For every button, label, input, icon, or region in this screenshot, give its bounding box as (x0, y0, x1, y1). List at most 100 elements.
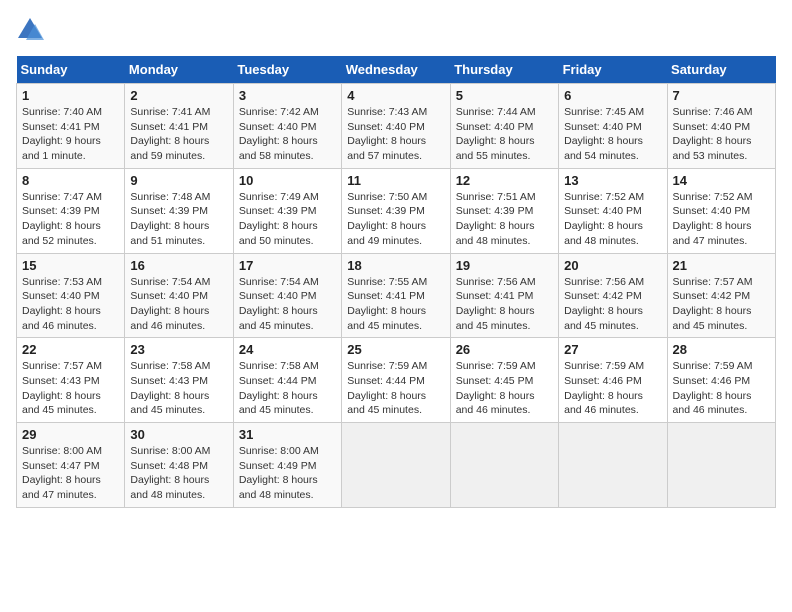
day-info: Sunrise: 7:57 AMSunset: 4:42 PMDaylight:… (673, 275, 770, 334)
day-number: 7 (673, 88, 770, 103)
day-number: 27 (564, 342, 661, 357)
daylight-hours: Daylight: 8 hours and 46 minutes. (673, 390, 752, 417)
daylight-hours: Daylight: 8 hours and 54 minutes. (564, 135, 643, 162)
day-number: 12 (456, 173, 553, 188)
col-header-sunday: Sunday (17, 56, 125, 84)
daylight-hours: Daylight: 8 hours and 49 minutes. (347, 220, 426, 247)
sunrise-time: Sunrise: 7:57 AM (22, 360, 102, 372)
sunset-time: Sunset: 4:42 PM (564, 290, 642, 302)
day-info: Sunrise: 7:57 AMSunset: 4:43 PMDaylight:… (22, 359, 119, 418)
calendar-cell: 9 Sunrise: 7:48 AMSunset: 4:39 PMDaylight… (125, 168, 233, 253)
day-number: 14 (673, 173, 770, 188)
daylight-hours: Daylight: 8 hours and 48 minutes. (456, 220, 535, 247)
sunset-time: Sunset: 4:39 PM (22, 205, 100, 217)
day-info: Sunrise: 7:54 AMSunset: 4:40 PMDaylight:… (130, 275, 227, 334)
daylight-hours: Daylight: 8 hours and 48 minutes. (239, 474, 318, 501)
sunset-time: Sunset: 4:40 PM (239, 290, 317, 302)
calendar-cell: 24Sunrise: 7:58 AMSunset: 4:44 PMDayligh… (233, 338, 341, 423)
day-number: 5 (456, 88, 553, 103)
calendar-cell: 25 Sunrise: 7:59 AMSunset: 4:44 PMDayligh… (342, 338, 450, 423)
day-info: Sunrise: 7:50 AMSunset: 4:39 PMDaylight:… (347, 190, 444, 249)
day-number: 9 (130, 173, 227, 188)
sunrise-time: Sunrise: 8:00 AM (130, 445, 210, 457)
calendar-cell (450, 423, 558, 508)
day-info: Sunrise: 7:46 AM Sunset: 4:40 PM Daylight:… (673, 105, 770, 164)
sunrise-time: Sunrise: 7:52 AM (673, 191, 753, 203)
calendar-cell: 27Sunrise: 7:59 AMSunset: 4:46 PMDayligh… (559, 338, 667, 423)
day-number: 24 (239, 342, 336, 357)
day-number: 23 (130, 342, 227, 357)
sunrise-time: Sunrise: 7:45 AM (564, 106, 644, 118)
col-header-thursday: Thursday (450, 56, 558, 84)
daylight-hours: Daylight: 8 hours and 45 minutes. (347, 390, 426, 417)
day-info: Sunrise: 7:43 AMSunset: 4:40 PMDaylight:… (347, 105, 444, 164)
sunset-time: Sunset: 4:39 PM (456, 205, 534, 217)
sunrise-time: Sunrise: 7:56 AM (564, 276, 644, 288)
week-row-4: 22Sunrise: 7:57 AMSunset: 4:43 PMDayligh… (17, 338, 776, 423)
calendar-cell: 20Sunrise: 7:56 AMSunset: 4:42 PMDayligh… (559, 253, 667, 338)
day-info: Sunrise: 7:53 AMSunset: 4:40 PMDaylight:… (22, 275, 119, 334)
day-info: Sunrise: 7:58 AMSunset: 4:43 PMDaylight:… (130, 359, 227, 418)
day-number: 3 (239, 88, 336, 103)
daylight-hours: Daylight: 8 hours and 45 minutes. (564, 305, 643, 332)
day-info: Sunrise: 7:59 AMSunset: 4:44 PMDaylight:… (347, 359, 444, 418)
sunset-time: Sunset: 4:40 PM (564, 205, 642, 217)
sunset-time: Sunset: 4:41 PM (130, 121, 208, 133)
calendar-cell: 14Sunrise: 7:52 AMSunset: 4:40 PMDayligh… (667, 168, 775, 253)
daylight-hours: Daylight: 8 hours and 51 minutes. (130, 220, 209, 247)
sunset-time: Sunset: 4:40 PM (673, 205, 751, 217)
sunrise-time: Sunrise: 7:53 AM (22, 276, 102, 288)
sunrise-time: Sunrise: 7:46 AM (673, 106, 753, 118)
daylight-hours: Daylight: 8 hours and 59 minutes. (130, 135, 209, 162)
calendar-cell: 17Sunrise: 7:54 AMSunset: 4:40 PMDayligh… (233, 253, 341, 338)
sunset-time: Sunset: 4:39 PM (239, 205, 317, 217)
sunset-time: Sunset: 4:40 PM (456, 121, 534, 133)
day-info: Sunrise: 7:45 AMSunset: 4:40 PMDaylight:… (564, 105, 661, 164)
calendar-cell: 22Sunrise: 7:57 AMSunset: 4:43 PMDayligh… (17, 338, 125, 423)
sunrise-time: Sunrise: 7:51 AM (456, 191, 536, 203)
sunset-time: Sunset: 4:40 PM (673, 121, 751, 133)
week-row-5: 29Sunrise: 8:00 AMSunset: 4:47 PMDayligh… (17, 423, 776, 508)
sunrise-time: Sunrise: 7:59 AM (347, 360, 427, 372)
day-number: 4 (347, 88, 444, 103)
daylight-hours: Daylight: 8 hours and 55 minutes. (456, 135, 535, 162)
sunset-time: Sunset: 4:43 PM (130, 375, 208, 387)
calendar-cell: 30Sunrise: 8:00 AMSunset: 4:48 PMDayligh… (125, 423, 233, 508)
day-number: 8 (22, 173, 119, 188)
calendar-cell: 13Sunrise: 7:52 AMSunset: 4:40 PMDayligh… (559, 168, 667, 253)
day-info: Sunrise: 7:49 AM Sunset: 4:39 PM Daylight:… (239, 190, 336, 249)
sunset-time: Sunset: 4:46 PM (564, 375, 642, 387)
calendar-cell: 1Sunrise: 7:40 AMSunset: 4:41 PMDaylight… (17, 84, 125, 169)
day-number: 25 (347, 342, 444, 357)
daylight-hours: Daylight: 8 hours and 58 minutes. (239, 135, 318, 162)
sunrise-time: Sunrise: 7:41 AM (130, 106, 210, 118)
day-info: Sunrise: 8:00 AMSunset: 4:49 PMDaylight:… (239, 444, 336, 503)
daylight-hours: Daylight: 8 hours and 45 minutes. (347, 305, 426, 332)
day-number: 11 (347, 173, 444, 188)
calendar-table: SundayMondayTuesdayWednesdayThursdayFrid… (16, 56, 776, 508)
daylight-hours: Daylight: 8 hours and 45 minutes. (239, 390, 318, 417)
sunrise-time: Sunrise: 7:58 AM (130, 360, 210, 372)
sunset-time: Sunset: 4:48 PM (130, 460, 208, 472)
sunset-time: Sunset: 4:40 PM (130, 290, 208, 302)
sunset-time: Sunset: 4:42 PM (673, 290, 751, 302)
sunrise-time: Sunrise: 7:52 AM (564, 191, 644, 203)
daylight-hours: Daylight: 8 hours and 45 minutes. (456, 305, 535, 332)
day-number: 15 (22, 258, 119, 273)
daylight-hours: Daylight: 8 hours and 50 minutes. (239, 220, 318, 247)
week-row-2: 8 Sunrise: 7:47 AMSunset: 4:39 PMDaylight… (17, 168, 776, 253)
sunset-time: Sunset: 4:46 PM (673, 375, 751, 387)
calendar-cell: 19Sunrise: 7:56 AMSunset: 4:41 PMDayligh… (450, 253, 558, 338)
daylight-hours: Daylight: 8 hours and 53 minutes. (673, 135, 752, 162)
day-info: Sunrise: 7:48 AMSunset: 4:39 PMDaylight:… (130, 190, 227, 249)
daylight-hours: Daylight: 8 hours and 47 minutes. (22, 474, 101, 501)
calendar-cell: 11 Sunrise: 7:50 AMSunset: 4:39 PMDayligh… (342, 168, 450, 253)
day-info: Sunrise: 7:51 AM Sunset: 4:39 PM Daylight:… (456, 190, 553, 249)
day-number: 6 (564, 88, 661, 103)
sunrise-time: Sunrise: 7:49 AM (239, 191, 319, 203)
col-header-tuesday: Tuesday (233, 56, 341, 84)
day-info: Sunrise: 7:47 AMSunset: 4:39 PMDaylight:… (22, 190, 119, 249)
calendar-cell: 28Sunrise: 7:59 AMSunset: 4:46 PMDayligh… (667, 338, 775, 423)
col-header-saturday: Saturday (667, 56, 775, 84)
day-number: 16 (130, 258, 227, 273)
